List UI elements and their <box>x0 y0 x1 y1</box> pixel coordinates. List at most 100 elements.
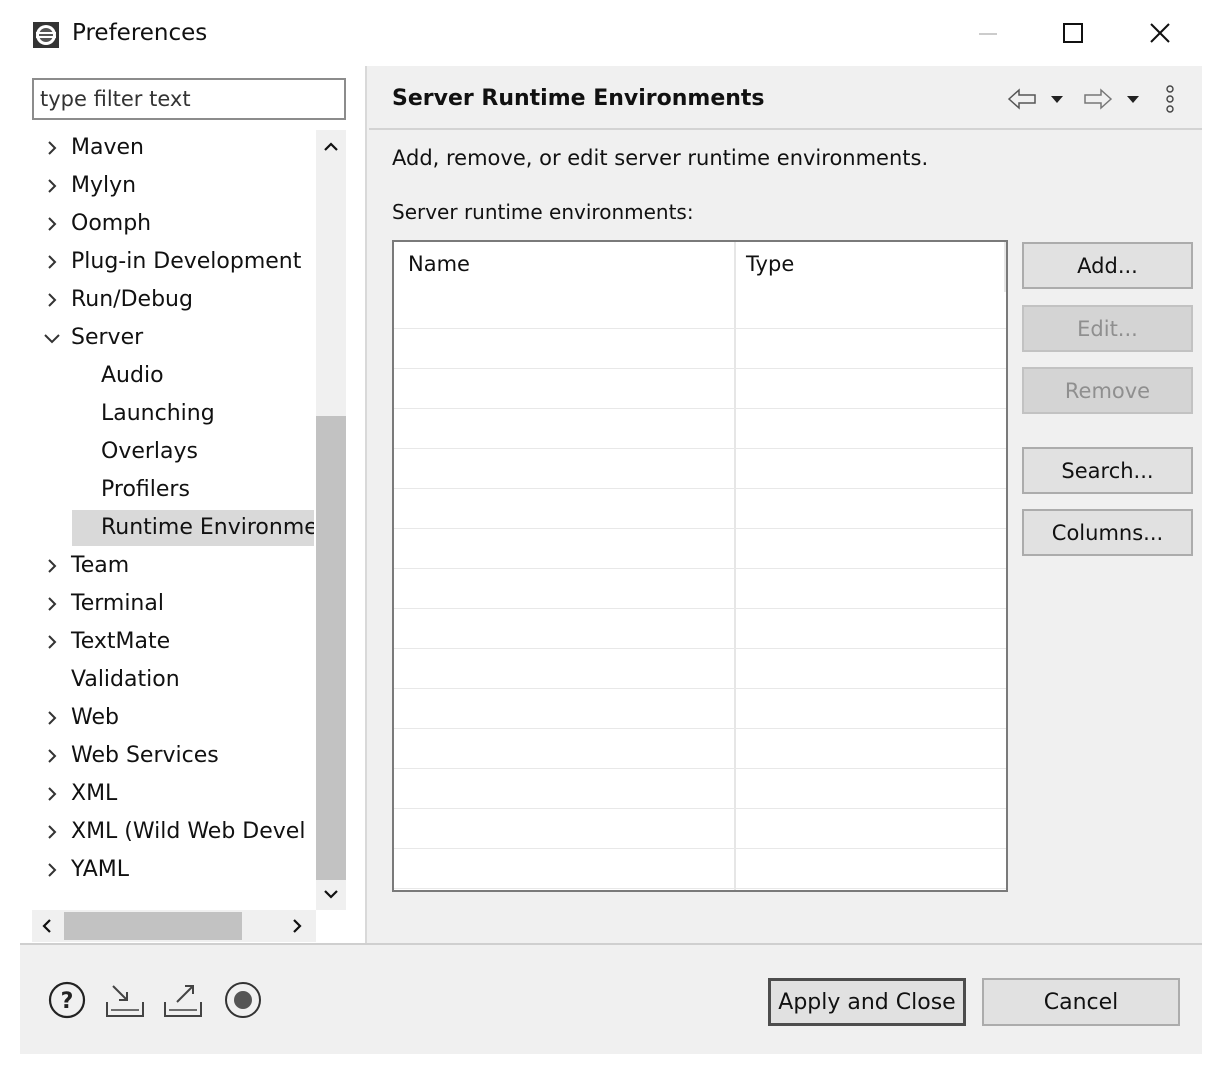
chevron-right-icon[interactable] <box>42 244 64 280</box>
tree-item-label: TextMate <box>71 629 171 654</box>
dropdown-arrow-icon <box>1051 96 1063 103</box>
back-button[interactable] <box>1004 82 1040 116</box>
forward-button[interactable] <box>1080 82 1116 116</box>
forward-menu-button[interactable] <box>1120 82 1146 116</box>
tree-item-label: Launching <box>101 401 215 426</box>
chevron-right-icon[interactable] <box>42 282 64 318</box>
back-menu-button[interactable] <box>1044 82 1070 116</box>
chevron-down-icon[interactable] <box>42 320 64 356</box>
tree-item-label: Web <box>71 705 119 730</box>
close-button[interactable] <box>1130 10 1190 56</box>
maximize-icon <box>1063 23 1083 43</box>
scroll-right-button[interactable] <box>282 912 312 940</box>
chevron-down-icon <box>324 890 338 899</box>
chevron-right-icon[interactable] <box>42 776 64 812</box>
chevron-right-icon[interactable] <box>42 586 64 622</box>
apply-and-close-button[interactable]: Apply and Close <box>768 978 966 1026</box>
page-description: Add, remove, or edit server runtime envi… <box>392 146 929 170</box>
chevron-right-icon <box>293 919 302 933</box>
tree-item-label: Mylyn <box>71 173 137 198</box>
table-row-line <box>394 808 1006 809</box>
edit-button[interactable]: Edit... <box>1022 305 1193 352</box>
filter-input[interactable] <box>32 78 346 120</box>
tree-item-label: Server <box>71 325 144 350</box>
tree-item[interactable]: Runtime Environme <box>72 510 314 546</box>
column-divider <box>1004 242 1006 292</box>
import-icon <box>106 985 144 1017</box>
chevron-right-icon[interactable] <box>42 624 64 660</box>
chevron-right-icon[interactable] <box>42 130 64 166</box>
maximize-button[interactable] <box>1043 10 1103 56</box>
export-button[interactable] <box>161 980 205 1020</box>
back-arrow-icon <box>1007 88 1036 110</box>
window-title: Preferences <box>72 20 208 46</box>
runtime-environments-table[interactable]: Name Type <box>392 240 1008 892</box>
scroll-left-button[interactable] <box>32 912 62 940</box>
table-row-line <box>394 608 1006 609</box>
chevron-right-icon[interactable] <box>42 168 64 204</box>
close-icon <box>1150 23 1170 43</box>
title-bar: Preferences <box>0 0 1220 66</box>
chevron-right-icon[interactable] <box>42 852 64 888</box>
table-label: Server runtime environments: <box>392 200 694 224</box>
table-row-line <box>394 328 1006 329</box>
chevron-left-icon <box>42 919 51 933</box>
tree-item-label: Terminal <box>71 591 164 616</box>
chevron-right-icon[interactable] <box>42 700 64 736</box>
tree-item-label: Runtime Environme <box>101 515 314 540</box>
table-row-line <box>394 488 1006 489</box>
chevron-right-icon[interactable] <box>42 738 64 774</box>
tree-horizontal-scroll-thumb[interactable] <box>64 912 242 940</box>
tree-item-label: XML <box>71 781 118 806</box>
preference-tree: Maven Mylyn Oomph Plug-in Development Run/De… <box>20 130 314 910</box>
tree-item-label: Plug-in Development <box>71 249 302 274</box>
tree-vertical-scroll-thumb[interactable] <box>316 416 346 880</box>
page-title: Server Runtime Environments <box>392 86 765 111</box>
table-row-line <box>394 728 1006 729</box>
table-row-line <box>394 648 1006 649</box>
import-button[interactable] <box>103 980 147 1020</box>
table-row-line <box>394 768 1006 769</box>
tree-item-label: Overlays <box>101 439 198 464</box>
cancel-button[interactable]: Cancel <box>982 978 1180 1026</box>
tree-item-label: Maven <box>71 135 144 160</box>
tree-item-label: Profilers <box>101 477 190 502</box>
tree-item-label: Run/Debug <box>71 287 193 312</box>
record-icon <box>225 982 261 1018</box>
chevron-right-icon[interactable] <box>42 548 64 584</box>
forward-arrow-icon <box>1084 88 1113 110</box>
chevron-right-icon[interactable] <box>42 206 64 242</box>
tree-item-label: YAML <box>71 857 130 882</box>
eclipse-app-icon <box>33 22 59 48</box>
table-row-line <box>394 688 1006 689</box>
columns-button[interactable]: Columns... <box>1022 509 1193 556</box>
remove-button[interactable]: Remove <box>1022 367 1193 414</box>
chevron-up-icon <box>324 142 338 151</box>
add-button[interactable]: Add... <box>1022 242 1193 289</box>
footer-separator <box>20 943 1202 945</box>
table-row-line <box>394 848 1006 849</box>
record-button[interactable] <box>221 980 265 1020</box>
svg-text:?: ? <box>61 989 74 1014</box>
tree-item-label: Validation <box>71 667 180 692</box>
scroll-down-button[interactable] <box>316 880 346 908</box>
table-row-line <box>394 568 1006 569</box>
table-row-line <box>394 528 1006 529</box>
minimize-button[interactable] <box>958 10 1018 56</box>
column-header-type[interactable]: Type <box>746 252 794 276</box>
chevron-right-icon[interactable] <box>42 814 64 850</box>
tree-item-label: Team <box>71 553 130 578</box>
column-header-name[interactable]: Name <box>408 252 470 276</box>
table-row-line <box>394 448 1006 449</box>
help-button[interactable]: ? <box>45 980 89 1020</box>
view-menu-button[interactable] <box>1158 82 1182 116</box>
search-button[interactable]: Search... <box>1022 447 1193 494</box>
dropdown-arrow-icon <box>1127 96 1139 103</box>
tree-item-label: Audio <box>101 363 164 388</box>
table-row-line <box>394 408 1006 409</box>
scroll-up-button[interactable] <box>316 132 346 160</box>
help-icon: ? <box>48 981 86 1019</box>
table-row-line <box>394 888 1006 889</box>
column-divider <box>734 242 736 890</box>
tree-item-label: Oomph <box>71 211 152 236</box>
